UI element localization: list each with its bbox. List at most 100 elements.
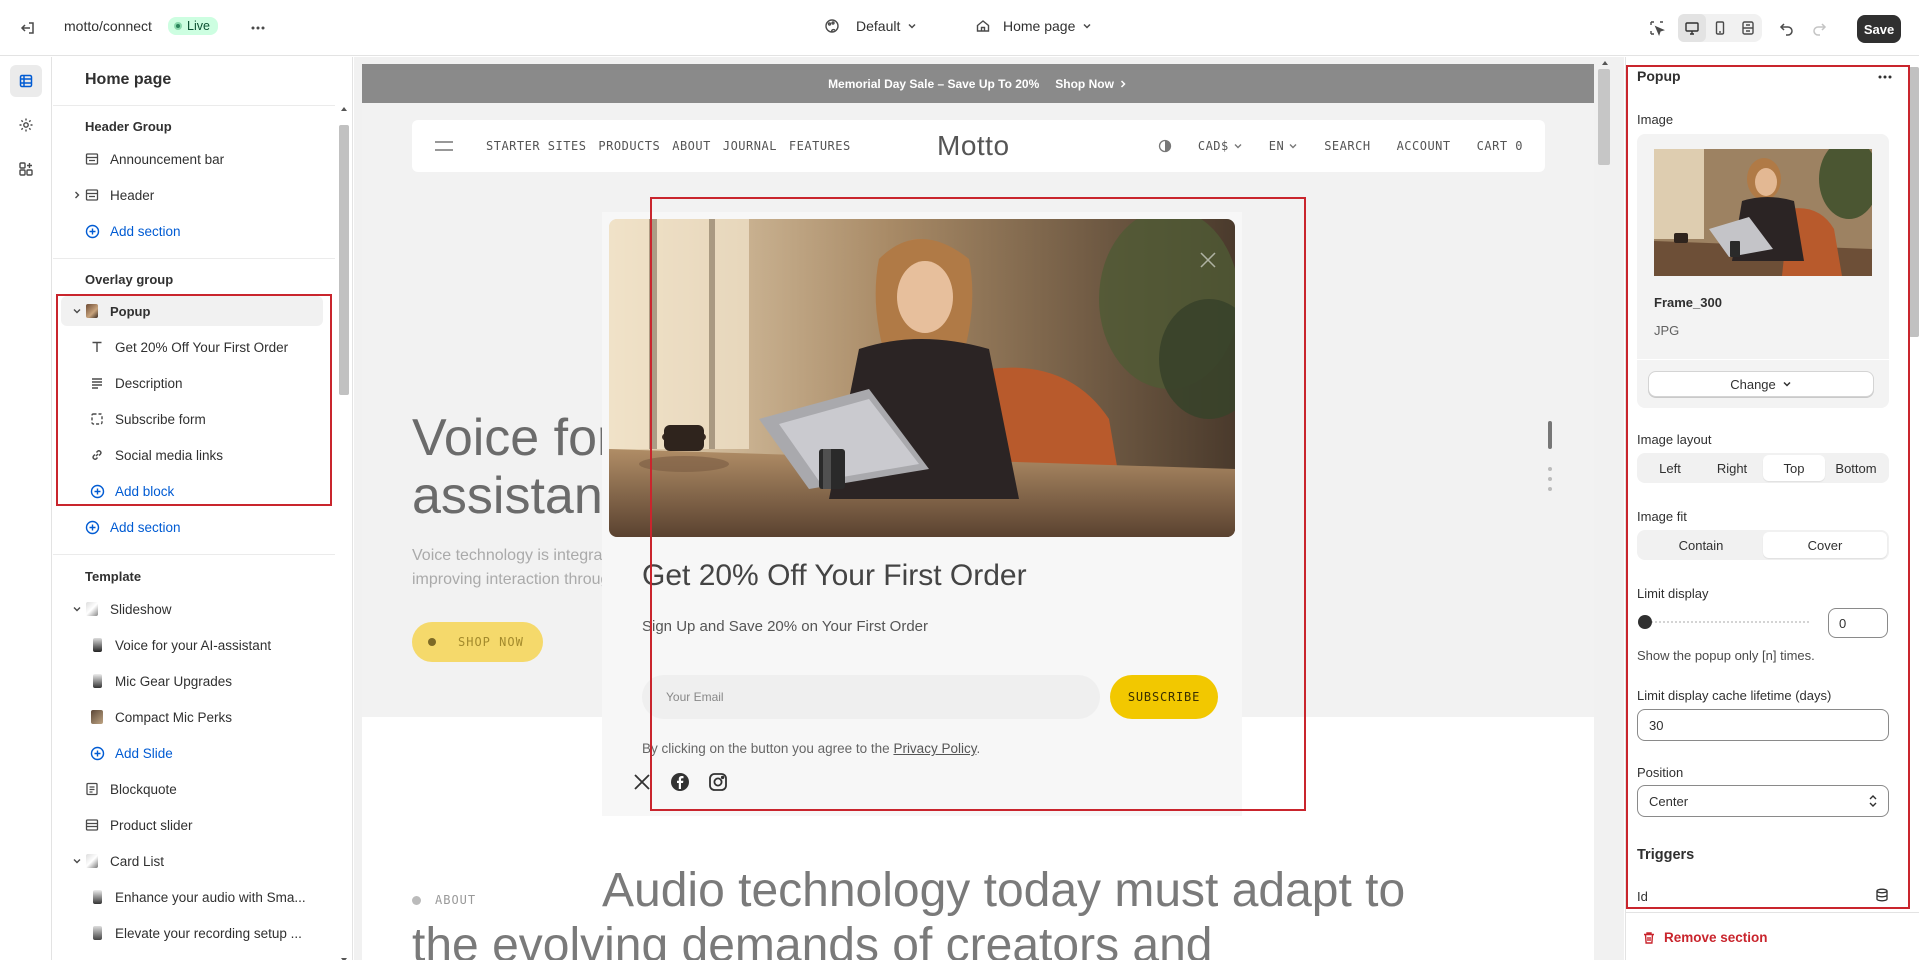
hamburger-icon[interactable] xyxy=(434,140,454,152)
nav-link[interactable]: JOURNAL xyxy=(723,139,777,153)
layout-option-right[interactable]: Right xyxy=(1701,455,1763,481)
page-select[interactable]: Home page xyxy=(975,18,1093,34)
popup-subtitle: Sign Up and Save 20% on Your First Order xyxy=(642,618,928,635)
preview-scrollbar[interactable] xyxy=(1594,57,1616,960)
link-icon xyxy=(89,447,105,463)
add-block-button[interactable]: Add block xyxy=(77,476,323,506)
settings-panel: Popup Image Frame_300 JPG Change Image l… xyxy=(1625,57,1919,960)
add-slide-button[interactable]: Add Slide xyxy=(77,738,323,768)
section-blockquote[interactable]: Blockquote xyxy=(61,774,323,804)
theme-toggle-icon[interactable] xyxy=(1158,139,1172,153)
limit-display-input[interactable]: 0 xyxy=(1828,608,1888,638)
nav-link[interactable]: PRODUCTS xyxy=(598,139,660,153)
block-heading[interactable]: Get 20% Off Your First Order xyxy=(77,332,323,362)
desktop-view-button[interactable] xyxy=(1678,14,1706,42)
rail-apps-button[interactable] xyxy=(10,153,42,185)
section-popup[interactable]: Popup xyxy=(61,296,323,326)
slide-thumbnail xyxy=(89,673,105,689)
slide-item[interactable]: Mic Gear Upgrades xyxy=(77,666,323,696)
card-item[interactable]: Elevate your recording setup ... xyxy=(77,918,323,948)
triggers-heading: Triggers xyxy=(1637,847,1695,863)
chevron-down-icon[interactable] xyxy=(70,602,84,616)
database-icon[interactable] xyxy=(1875,888,1889,902)
fit-option-contain[interactable]: Contain xyxy=(1639,532,1763,558)
scrollbar-thumb[interactable] xyxy=(1598,69,1610,165)
inspector-button[interactable] xyxy=(1643,14,1671,42)
chevron-right-icon[interactable] xyxy=(70,188,84,202)
shop-now-button[interactable]: SHOP NOW xyxy=(412,622,543,662)
fullscreen-view-button[interactable] xyxy=(1734,14,1762,42)
image-label: Image xyxy=(1637,112,1674,127)
section-header[interactable]: Header xyxy=(61,180,323,210)
rail-sections-button[interactable] xyxy=(10,65,42,97)
chevron-down-icon[interactable] xyxy=(70,304,84,318)
account-link[interactable]: ACCOUNT xyxy=(1397,139,1451,153)
add-section-button[interactable]: Add section xyxy=(61,512,323,542)
nav-link[interactable]: FEATURES xyxy=(789,139,851,153)
exit-button[interactable] xyxy=(14,14,42,42)
position-select[interactable]: Center xyxy=(1637,785,1889,817)
x-twitter-icon[interactable] xyxy=(632,772,652,792)
block-description[interactable]: Description xyxy=(77,368,323,398)
fit-option-cover[interactable]: Cover xyxy=(1763,532,1887,558)
limit-display-slider[interactable] xyxy=(1637,614,1813,630)
layout-option-bottom[interactable]: Bottom xyxy=(1825,455,1887,481)
image-fit-label: Image fit xyxy=(1637,509,1687,524)
layout-rows-icon xyxy=(1742,21,1754,35)
cart-link[interactable]: CART 0 xyxy=(1477,139,1523,153)
plus-circle-icon xyxy=(84,223,100,239)
block-label: Social media links xyxy=(115,447,224,463)
page-select-label: Home page xyxy=(1003,18,1076,34)
privacy-policy-link[interactable]: Privacy Policy xyxy=(893,741,976,756)
nav-link[interactable]: ABOUT xyxy=(672,139,711,153)
redo-button[interactable] xyxy=(1805,14,1833,42)
about-heading: the evolving demands of creators and xyxy=(412,919,1213,960)
mobile-view-button[interactable] xyxy=(1706,14,1734,42)
close-icon[interactable] xyxy=(1197,249,1219,271)
block-subscribe-form[interactable]: Subscribe form xyxy=(77,404,323,434)
undo-button[interactable] xyxy=(1773,14,1801,42)
theme-select[interactable]: Default xyxy=(824,18,918,34)
layout-option-top[interactable]: Top xyxy=(1763,455,1825,481)
card-item[interactable]: Enhance your audio with Sma... xyxy=(77,882,323,912)
layout-option-left[interactable]: Left xyxy=(1639,455,1701,481)
remove-section-button[interactable]: Remove section xyxy=(1642,930,1768,945)
subscribe-button[interactable]: SUBSCRIBE xyxy=(1110,675,1218,719)
section-product-slider[interactable]: Product slider xyxy=(61,810,323,840)
announcement-link[interactable]: Shop Now xyxy=(1055,77,1128,91)
chevron-down-icon xyxy=(1289,144,1297,149)
block-social-links[interactable]: Social media links xyxy=(77,440,323,470)
form-icon xyxy=(89,411,105,427)
language-select[interactable]: EN xyxy=(1269,139,1298,153)
slide-item[interactable]: Compact Mic Perks xyxy=(77,702,323,732)
cache-lifetime-input[interactable]: 30 xyxy=(1637,709,1889,741)
section-card-list[interactable]: Card List xyxy=(61,846,323,876)
slide-item[interactable]: Voice for your AI-assistant xyxy=(77,630,323,660)
facebook-icon[interactable] xyxy=(670,772,690,792)
add-section-button[interactable]: Add section xyxy=(61,216,323,246)
change-image-button[interactable]: Change xyxy=(1648,371,1874,397)
more-menu-button[interactable] xyxy=(244,14,272,42)
nav-link[interactable]: STARTER SITES xyxy=(486,139,586,153)
rail-settings-button[interactable] xyxy=(10,109,42,141)
slideshow-pagination[interactable] xyxy=(1547,421,1553,491)
instagram-icon[interactable] xyxy=(708,772,728,792)
site-logo[interactable]: Motto xyxy=(937,130,1010,162)
save-button[interactable]: Save xyxy=(1857,15,1901,43)
currency-select[interactable]: CAD$ xyxy=(1198,139,1243,153)
image-preview[interactable] xyxy=(1654,149,1872,276)
chevron-down-icon xyxy=(1234,144,1242,149)
popup-title: Get 20% Off Your First Order xyxy=(642,559,1027,592)
consent-suffix: . xyxy=(976,741,981,756)
section-announcement-bar[interactable]: Announcement bar xyxy=(61,144,323,174)
scrollbar-thumb[interactable] xyxy=(339,125,349,395)
settings-scrollbar-thumb[interactable] xyxy=(1909,67,1919,337)
gear-icon xyxy=(19,118,33,132)
chevron-down-icon[interactable] xyxy=(70,854,84,868)
image-file-type: JPG xyxy=(1654,323,1680,338)
section-slideshow[interactable]: Slideshow xyxy=(61,594,323,624)
email-input[interactable]: Your Email xyxy=(642,675,1100,719)
search-link[interactable]: SEARCH xyxy=(1324,139,1370,153)
more-horizontal-icon[interactable] xyxy=(1877,69,1893,85)
section-label: Blockquote xyxy=(110,781,177,797)
